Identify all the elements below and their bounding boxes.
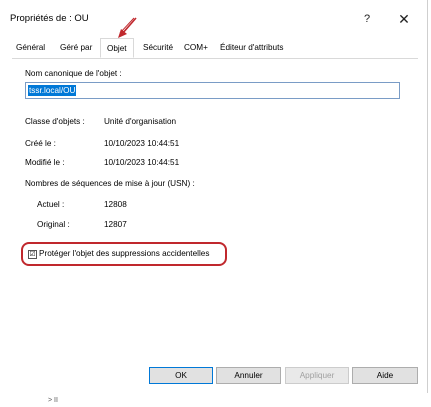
tab-attribute-editor[interactable]: Éditeur d'attributs <box>220 43 283 52</box>
created-value: 10/10/2023 10:44:51 <box>104 139 180 148</box>
canonical-name-value: tssr.local/OU <box>28 85 77 96</box>
modified-label: Modifié le : <box>25 158 65 167</box>
help-button[interactable]: ? <box>356 9 378 29</box>
tab-strip: Général Géré par Objet Sécurité COM+ Édi… <box>12 38 418 59</box>
ok-button[interactable]: OK <box>149 367 213 384</box>
created-label: Créé le : <box>25 139 56 148</box>
object-class-value: Unité d'organisation <box>104 117 177 126</box>
tab-object[interactable]: Objet <box>100 38 134 58</box>
window-title: Propriétés de : OU <box>10 13 89 24</box>
tab-com-plus[interactable]: COM+ <box>184 43 208 52</box>
protect-highlight: ☑ Protéger l'objet des suppressions acci… <box>21 242 227 266</box>
usn-current-value: 12808 <box>104 200 127 209</box>
object-panel: Nom canonique de l'objet : tssr.local/OU… <box>12 58 418 363</box>
cancel-button[interactable]: Annuler <box>216 367 281 384</box>
canonical-name-field[interactable]: tssr.local/OU <box>25 82 400 99</box>
usn-original-value: 12807 <box>104 220 127 229</box>
tab-security[interactable]: Sécurité <box>143 43 173 52</box>
modified-value: 10/10/2023 10:44:51 <box>104 158 180 167</box>
usn-current-label: Actuel : <box>37 200 65 209</box>
tab-managed-by[interactable]: Géré par <box>60 43 92 52</box>
object-class-label: Classe d'objets : <box>25 117 85 126</box>
properties-dialog: Propriétés de : OU ? ✕ Général Géré par … <box>0 0 428 393</box>
usn-original-label: Original : <box>37 220 70 229</box>
tab-general[interactable]: Général <box>16 43 45 52</box>
apply-button[interactable]: Appliquer <box>285 367 349 384</box>
protect-checkbox-label[interactable]: Protéger l'objet des suppressions accide… <box>39 249 209 258</box>
canonical-name-label: Nom canonique de l'objet : <box>25 69 122 78</box>
protect-checkbox[interactable]: ☑ <box>28 250 37 259</box>
title-bar: Propriétés de : OU ? ✕ <box>0 0 427 36</box>
background-text: > II <box>48 397 58 404</box>
help-dialog-button[interactable]: Aide <box>352 367 418 384</box>
button-bar: OK Annuler Appliquer Aide <box>0 363 427 393</box>
usn-label: Nombres de séquences de mise à jour (USN… <box>25 179 195 188</box>
close-button[interactable]: ✕ <box>393 9 415 29</box>
annotation-arrow-icon <box>118 17 137 38</box>
